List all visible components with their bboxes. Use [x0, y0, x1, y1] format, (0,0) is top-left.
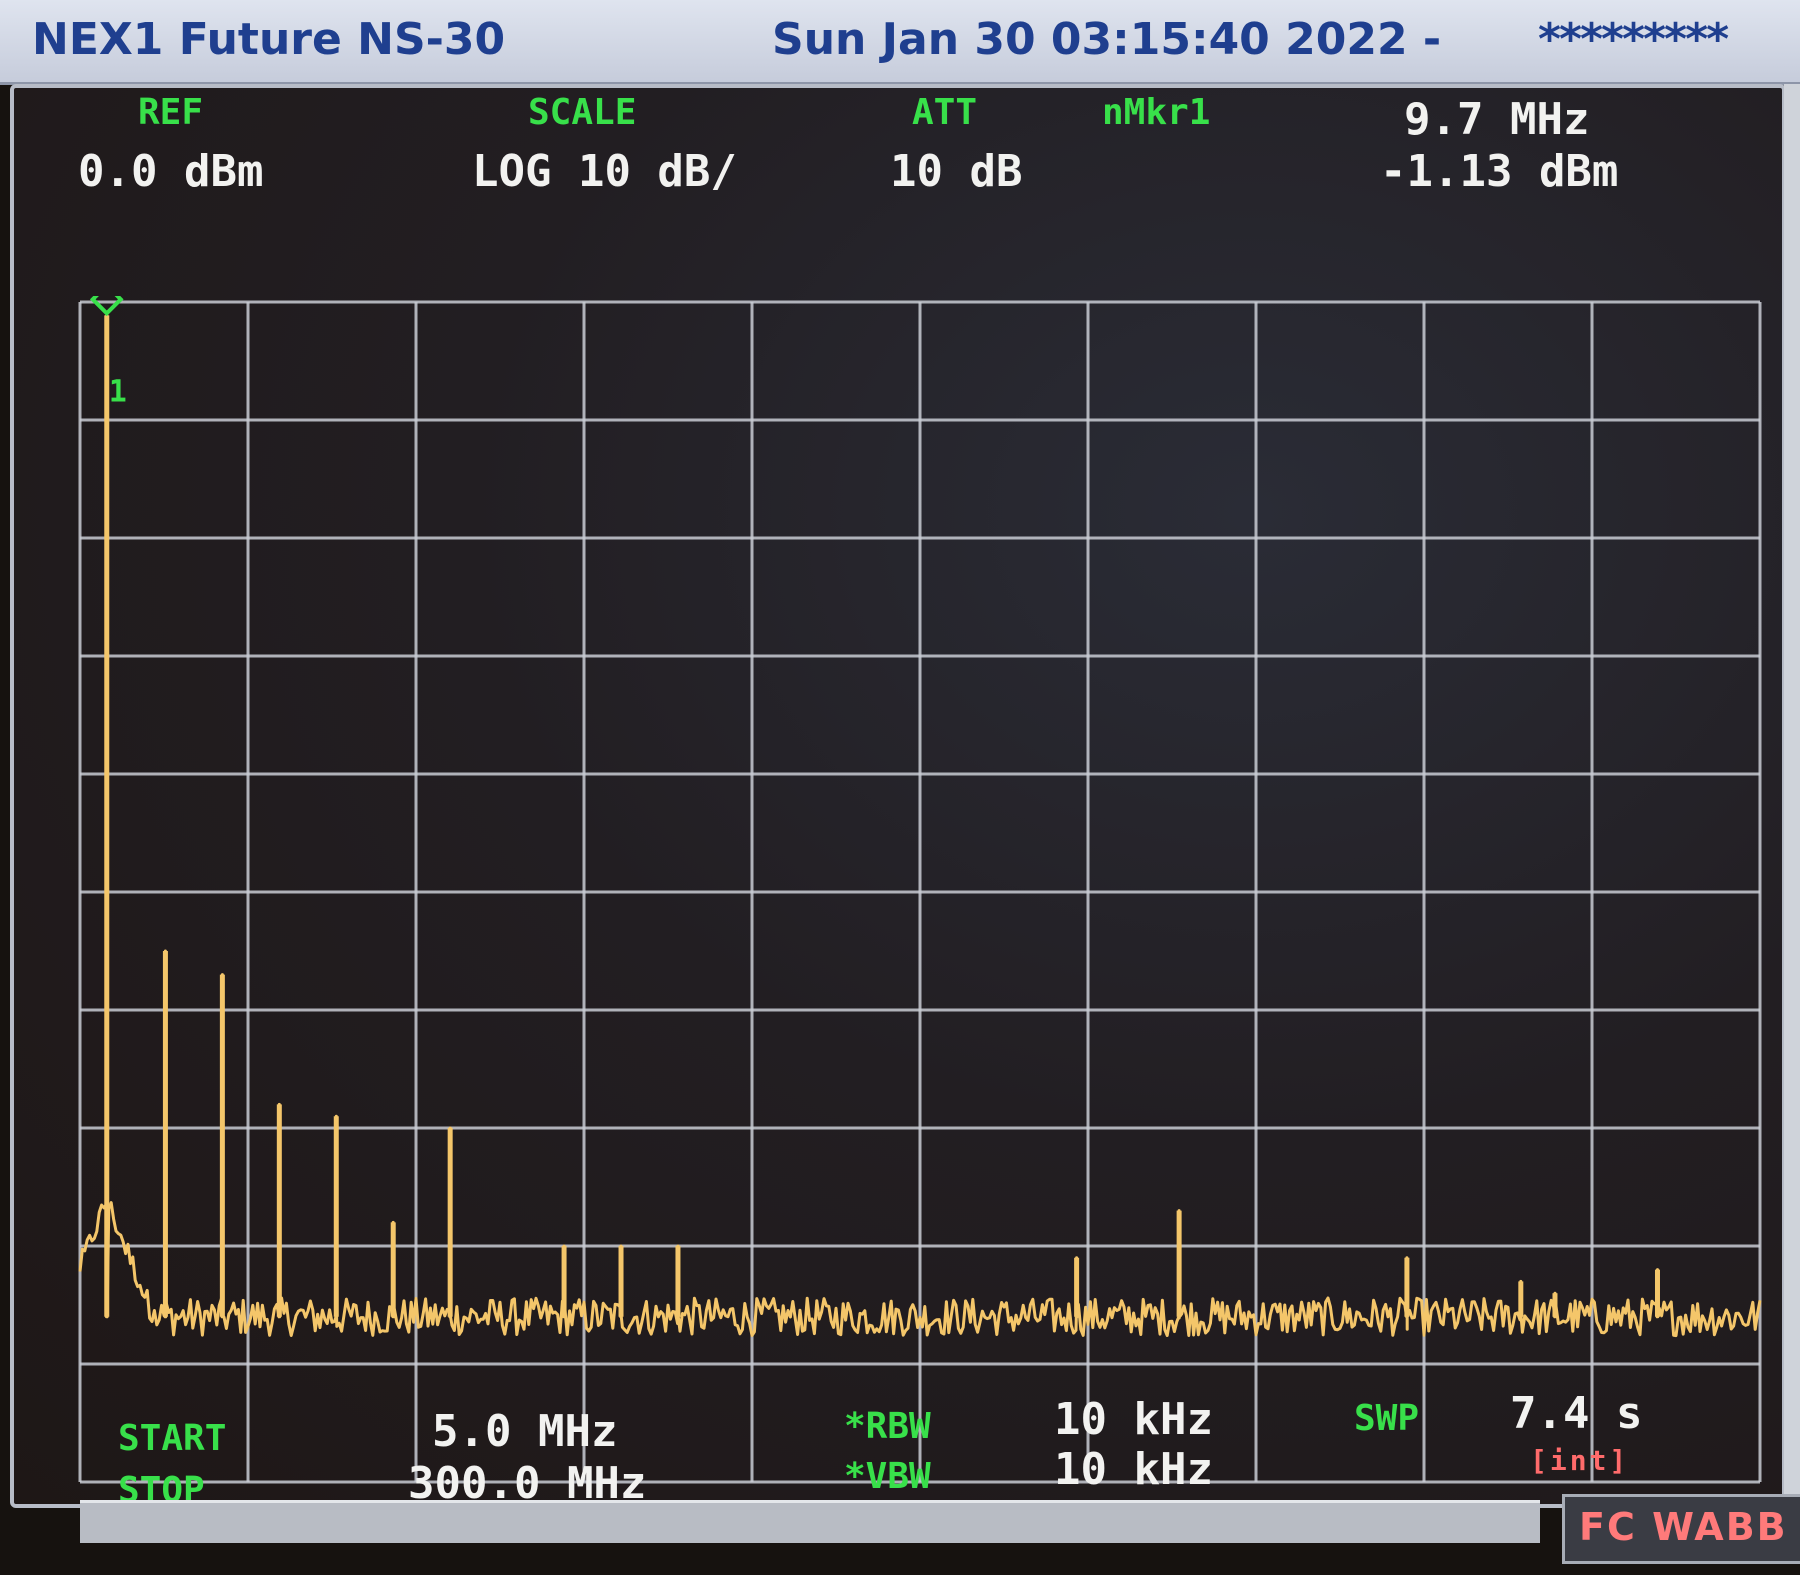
start-frequency: 5.0 MHz — [432, 1406, 618, 1457]
vbw-label: *VBW — [844, 1456, 931, 1497]
datetime-display: Sun Jan 30 03:15:40 2022 - — [772, 14, 1442, 65]
marker-label: nMkr1 — [1102, 92, 1211, 133]
analyzer-screen: REF 0.0 dBm SCALE LOG 10 dB/ ATT 10 dB n… — [10, 84, 1786, 1511]
sweep-mode: [int] — [1530, 1444, 1630, 1477]
bottom-bar — [80, 1500, 1540, 1543]
sweep-label: SWP — [1354, 1398, 1420, 1439]
scale-label: SCALE — [528, 92, 637, 133]
spectrum-plot: 1 — [78, 296, 1762, 1484]
marker-group: 1 — [89, 296, 127, 409]
sweep-time: 7.4 s — [1510, 1388, 1643, 1439]
status-indicator: FC WABB — [1562, 1494, 1800, 1564]
status-text: FC WABB — [1579, 1505, 1788, 1549]
masked-serial: ********* — [1538, 14, 1729, 65]
graticule — [78, 300, 1762, 1484]
start-label: START — [118, 1418, 227, 1459]
marker-number: 1 — [109, 374, 127, 409]
vbw-value: 10 kHz — [1054, 1444, 1213, 1495]
side-softkey-strip — [1784, 84, 1800, 1504]
device-title: NEX1 Future NS-30 — [32, 14, 506, 65]
spectrum-analyzer-app: NEX1 Future NS-30 Sun Jan 30 03:15:40 20… — [0, 0, 1800, 1575]
rbw-label: *RBW — [844, 1406, 931, 1447]
title-bar: NEX1 Future NS-30 Sun Jan 30 03:15:40 20… — [0, 0, 1800, 85]
rbw-value: 10 kHz — [1054, 1394, 1213, 1445]
marker-frequency: 9.7 MHz — [1404, 94, 1590, 145]
ref-label: REF — [138, 92, 204, 133]
marker-diamond-icon — [89, 296, 124, 317]
att-label: ATT — [912, 92, 978, 133]
marker-level: -1.13 dBm — [1380, 146, 1619, 197]
att-value: 10 dB — [890, 146, 1023, 197]
scale-value: LOG 10 dB/ — [472, 146, 737, 197]
ref-value: 0.0 dBm — [78, 146, 264, 197]
